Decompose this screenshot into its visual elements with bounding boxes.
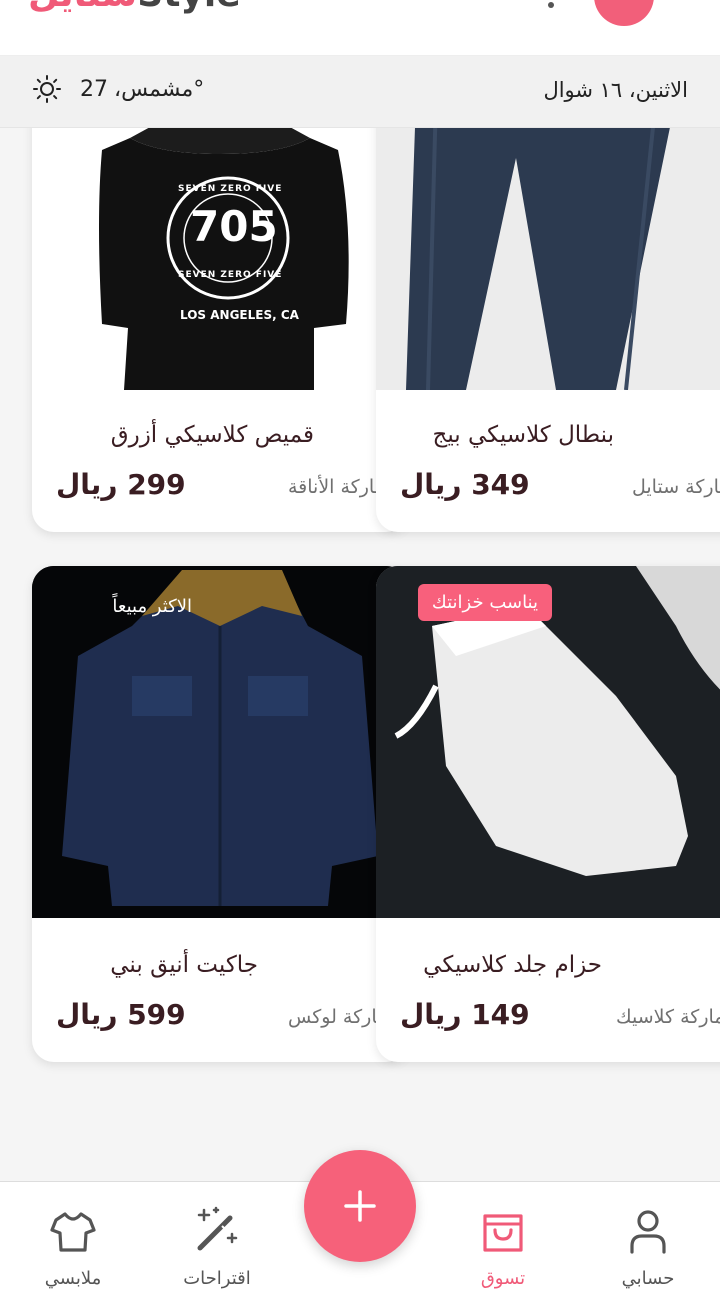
product-name: بنطال كلاسيكي بيج bbox=[432, 422, 615, 448]
product-name: حزام جلد كلاسيكي bbox=[423, 952, 602, 978]
tshirt-print-bottom: SEVEN ZERO FIVE bbox=[178, 270, 283, 280]
tshirt-print-number: 705 bbox=[190, 202, 278, 251]
add-item-button[interactable] bbox=[304, 1150, 416, 1262]
nav-label-shop: تسوق bbox=[480, 1268, 526, 1289]
nav-item-shop[interactable]: تسوق bbox=[448, 1206, 558, 1289]
sun-icon bbox=[33, 75, 61, 103]
app-logo[interactable]: ستايلStyle bbox=[28, 0, 241, 15]
nav-item-wardrobe[interactable]: ملابسي bbox=[18, 1206, 128, 1289]
weather-condition: °مشمس، bbox=[114, 76, 205, 102]
product-price: 349 ريال bbox=[400, 468, 530, 501]
current-date: الاثنين، ١٦ شوال bbox=[543, 78, 688, 102]
product-card[interactable]: يناسب خزانتك حزام جلد كلاسيكي 149 ريال م… bbox=[376, 566, 720, 1062]
tshirt-icon bbox=[50, 1212, 96, 1252]
product-card[interactable]: الاكثر مبيعاً جاكيت أنيق بني 599 ريال ما… bbox=[32, 566, 408, 1062]
product-image: SEVEN ZERO FIVE 705 SEVEN ZERO FIVE LOS … bbox=[32, 128, 408, 390]
shopping-bag-icon bbox=[483, 1214, 523, 1252]
app-header: ستايلStyle bbox=[0, 0, 720, 56]
nav-label-wardrobe: ملابسي bbox=[44, 1268, 102, 1289]
product-name: جاكيت أنيق بني bbox=[110, 952, 258, 978]
product-image: يناسب خزانتك bbox=[376, 566, 720, 918]
product-price: 299 ريال bbox=[56, 468, 186, 501]
plus-icon bbox=[344, 1190, 376, 1222]
info-bar: 27 °مشمس، الاثنين، ١٦ شوال bbox=[0, 56, 720, 128]
product-grid: SEVEN ZERO FIVE 705 SEVEN ZERO FIVE LOS … bbox=[0, 128, 720, 1181]
tshirt-print-city: LOS ANGELES, CA bbox=[180, 308, 299, 322]
badge-bestseller: الاكثر مبيعاً bbox=[112, 596, 192, 617]
magic-wand-icon bbox=[197, 1206, 238, 1251]
badge-suits-wardrobe: يناسب خزانتك bbox=[417, 584, 552, 621]
nav-label-suggestions: اقتراحات bbox=[183, 1268, 251, 1289]
product-price: 149 ريال bbox=[400, 998, 530, 1031]
menu-dot-icon[interactable] bbox=[548, 2, 554, 8]
nav-item-account[interactable]: حسابي bbox=[593, 1206, 703, 1289]
nav-item-suggestions[interactable]: اقتراحات bbox=[162, 1206, 272, 1289]
product-brand: ماركة لوكس bbox=[288, 1006, 388, 1028]
product-brand: ماركة ستايل bbox=[632, 476, 720, 498]
avatar[interactable] bbox=[594, 0, 654, 26]
product-card[interactable]: بنطال كلاسيكي بيج 349 ريال ماركة ستايل bbox=[376, 128, 720, 532]
temperature: 27 bbox=[80, 76, 108, 102]
nav-label-account: حسابي bbox=[621, 1268, 675, 1289]
weather-widget: 27 °مشمس، bbox=[32, 74, 204, 104]
product-brand: ماركة الأناقة bbox=[288, 476, 385, 498]
product-price: 599 ريال bbox=[56, 998, 186, 1031]
product-name: قميص كلاسيكي أزرق bbox=[110, 422, 314, 448]
product-image bbox=[376, 128, 720, 390]
product-card[interactable]: SEVEN ZERO FIVE 705 SEVEN ZERO FIVE LOS … bbox=[32, 128, 408, 532]
product-image: الاكثر مبيعاً bbox=[32, 566, 408, 918]
user-icon bbox=[630, 1210, 666, 1254]
tshirt-print-top: SEVEN ZERO FIVE bbox=[178, 184, 283, 194]
product-brand: ماركة كلاسيك bbox=[616, 1006, 720, 1028]
